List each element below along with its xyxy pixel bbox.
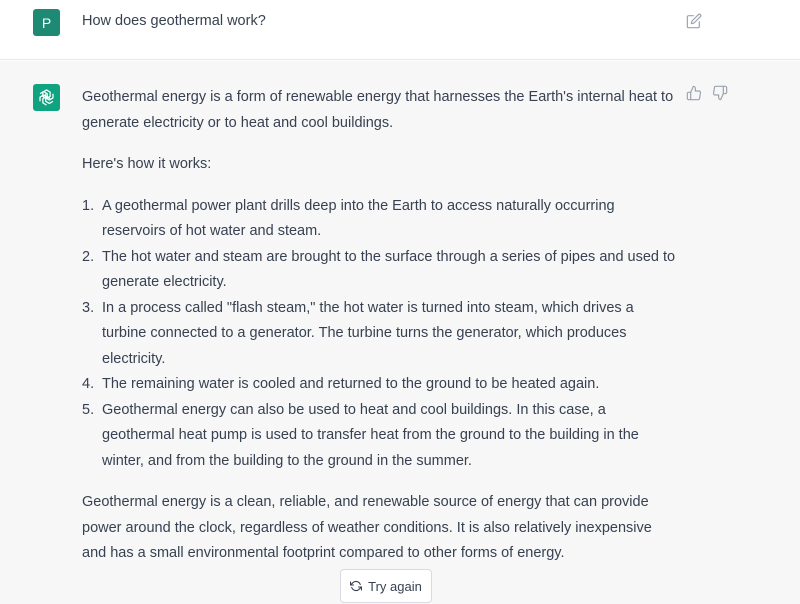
list-number: 5. (82, 401, 95, 418)
list-item: 4. The remaining water is cooled and retu… (82, 372, 677, 398)
list-number: 4. (82, 376, 95, 392)
list-number: 2. (82, 248, 95, 265)
answer-conclusion: Geothermal energy is a clean, reliable, … (82, 494, 652, 561)
try-again-label: Try again (368, 578, 422, 594)
list-item: 5. Geothermal energy can also be used to … (82, 398, 677, 475)
answer-lead: Here's how it works: (82, 156, 212, 172)
assistant-answer: Geothermal energy is a form of renewable… (82, 85, 677, 583)
assistant-avatar (33, 84, 60, 111)
list-item-text: Geothermal energy can also be used to he… (102, 401, 639, 469)
edit-icon[interactable] (686, 13, 702, 29)
thumbs-down-icon[interactable] (712, 85, 728, 101)
answer-intro: Geothermal energy is a form of renewable… (82, 89, 674, 131)
list-number: 1. (82, 197, 95, 214)
list-number: 3. (82, 299, 95, 316)
assistant-message-row: Geothermal energy is a form of renewable… (0, 61, 800, 604)
list-item-text: The remaining water is cooled and return… (102, 376, 600, 392)
list-item: 2. The hot water and steam are brought to… (82, 245, 677, 296)
try-again-button[interactable]: Try again (340, 569, 432, 603)
list-item: 1. A geothermal power plant drills deep i… (82, 194, 677, 245)
list-item-text: A geothermal power plant drills deep int… (102, 197, 615, 240)
steps-list: 1. A geothermal power plant drills deep i… (82, 194, 677, 475)
user-message-text: How does geothermal work? (82, 13, 266, 29)
user-message-row: P How does geothermal work? (0, 0, 800, 60)
refresh-icon (350, 580, 363, 592)
list-item-text: The hot water and steam are brought to t… (102, 248, 676, 291)
list-item-text: In a process called "flash steam," the h… (102, 299, 634, 367)
openai-logo-icon (39, 89, 54, 106)
user-avatar: P (33, 9, 60, 36)
thumbs-up-icon[interactable] (686, 85, 702, 101)
list-item: 3. In a process called "flash steam," the… (82, 296, 677, 373)
